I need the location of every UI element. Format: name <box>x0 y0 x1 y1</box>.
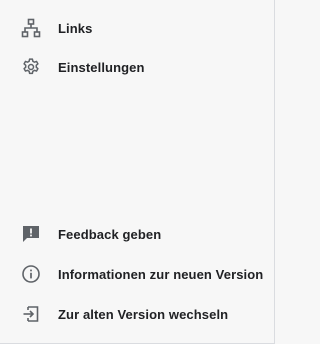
nav-item-label: Einstellungen <box>58 59 145 75</box>
nav-item-settings[interactable]: Einstellungen <box>0 47 270 87</box>
nav-item-label: Feedback geben <box>58 226 162 242</box>
side-navigation: Links Einstellungen Feedback geben Infor… <box>0 0 275 344</box>
nav-item-label: Zur alten Version wechseln <box>58 306 229 322</box>
info-icon <box>21 264 41 284</box>
nav-item-feedback[interactable]: Feedback geben <box>0 214 270 254</box>
nav-item-switch-version[interactable]: Zur alten Version wechseln <box>0 294 270 334</box>
sitemap-icon <box>21 18 41 38</box>
gear-icon <box>21 57 41 77</box>
switch-version-icon <box>21 304 41 324</box>
nav-item-info[interactable]: Informationen zur neuen Version <box>0 254 270 294</box>
nav-item-label: Links <box>58 20 93 36</box>
feedback-icon <box>21 224 41 244</box>
nav-item-label: Informationen zur neuen Version <box>58 266 264 282</box>
nav-item-links[interactable]: Links <box>0 8 270 48</box>
